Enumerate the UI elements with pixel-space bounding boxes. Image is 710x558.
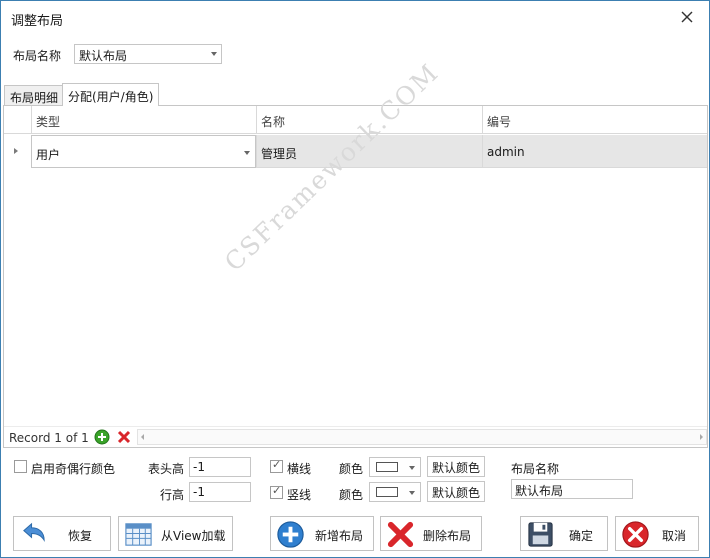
column-header-label: 类型: [36, 115, 61, 129]
layout-name-select[interactable]: 默认布局: [74, 44, 222, 64]
vline-color-label: 颜色: [339, 488, 364, 502]
delete-record-button[interactable]: [116, 429, 132, 445]
color-swatch: [376, 487, 398, 497]
cell-name-value: 管理员: [261, 147, 298, 161]
current-row-icon: [14, 148, 18, 154]
header-height-label: 表头高: [148, 462, 185, 476]
tab-label: 分配(用户/角色): [68, 90, 154, 104]
new-layout-button[interactable]: 新增布局: [270, 516, 374, 551]
add-circle-icon: [275, 519, 306, 550]
hline-color-picker[interactable]: [369, 457, 421, 477]
layout-name-label: 布局名称: [13, 49, 62, 63]
layout-name-select-value: 默认布局: [79, 49, 128, 63]
delete-layout-button-label: 删除布局: [423, 529, 472, 543]
column-header-code[interactable]: 编号: [482, 106, 707, 134]
save-disk-icon: [525, 519, 556, 550]
assignment-grid: 类型 名称 编号 用户 管理员 admin CSFramework.COM Re…: [3, 58, 708, 448]
vertical-line-checkbox[interactable]: [270, 484, 283, 499]
close-button[interactable]: [677, 7, 697, 27]
delete-x-icon: [117, 430, 131, 444]
restore-button-label: 恢复: [68, 529, 93, 543]
grid-settings-panel: 启用奇偶行颜色 表头高 -1 行高 -1 横线 竖线 颜色 颜色 默认颜色 默认…: [1, 449, 709, 509]
undo-arrow-icon: [18, 519, 49, 550]
odd-even-color-checkbox[interactable]: [14, 460, 27, 473]
ok-button-label: 确定: [569, 529, 594, 543]
chevron-down-icon: [409, 466, 415, 470]
cell-code[interactable]: admin: [482, 135, 707, 168]
ok-button[interactable]: 确定: [520, 516, 608, 551]
adjust-layout-dialog: 调整布局 布局名称 默认布局 布局明细 分配(用户/角色) 类型 名称 编号 用…: [0, 0, 710, 558]
add-record-button[interactable]: [94, 429, 110, 445]
chevron-down-icon: [409, 491, 415, 495]
vline-default-color-button[interactable]: 默认颜色: [427, 481, 486, 502]
color-swatch: [376, 462, 398, 472]
cell-code-value: admin: [487, 145, 525, 159]
scroll-left-icon[interactable]: [141, 434, 144, 440]
grid-table-icon: [123, 519, 154, 550]
column-header-name[interactable]: 名称: [256, 106, 482, 134]
chevron-down-icon: [211, 52, 217, 56]
cancel-button[interactable]: 取消: [615, 516, 699, 551]
title-bar: 调整布局: [1, 1, 709, 33]
close-icon: [681, 11, 693, 23]
horizontal-scrollbar[interactable]: [137, 429, 707, 445]
hline-color-label: 颜色: [339, 462, 364, 476]
load-from-view-button[interactable]: 从View加载: [118, 516, 233, 551]
grid-header: 类型 名称 编号: [4, 106, 707, 134]
tab-layout-detail[interactable]: 布局明细: [4, 85, 65, 106]
tab-assignment[interactable]: 分配(用户/角色): [62, 83, 160, 106]
cell-type-editor[interactable]: 用户: [31, 135, 256, 168]
horizontal-line-label: 横线: [287, 462, 312, 476]
scroll-right-icon[interactable]: [700, 434, 703, 440]
column-header-label: 名称: [261, 115, 286, 129]
cell-type-value: 用户: [36, 148, 61, 162]
restore-button[interactable]: 恢复: [13, 516, 111, 551]
vline-color-picker[interactable]: [369, 482, 421, 502]
header-height-input[interactable]: -1: [189, 457, 251, 477]
horizontal-line-checkbox[interactable]: [270, 458, 283, 473]
grid-navigator: Record 1 of 1: [4, 426, 707, 447]
delete-layout-button[interactable]: 删除布局: [380, 516, 482, 551]
row-height-label: 行高: [160, 488, 185, 502]
cancel-circle-icon: [620, 519, 651, 550]
row-indicator-header: [4, 106, 31, 134]
row-height-input[interactable]: -1: [189, 482, 251, 502]
column-header-label: 编号: [487, 115, 512, 129]
layout-name-field-label: 布局名称: [511, 462, 560, 476]
row-indicator: [4, 135, 31, 168]
column-header-type[interactable]: 类型: [31, 106, 256, 134]
new-layout-button-label: 新增布局: [315, 529, 364, 543]
load-from-view-button-label: 从View加载: [161, 529, 226, 543]
add-circle-icon: [94, 429, 110, 445]
cell-name[interactable]: 管理员: [256, 135, 482, 168]
tab-label: 布局明细: [10, 91, 59, 105]
delete-x-icon: [385, 519, 416, 550]
window-title: 调整布局: [11, 14, 64, 29]
chevron-down-icon: [244, 151, 250, 155]
layout-name-input[interactable]: 默认布局: [511, 479, 633, 499]
record-count: Record 1 of 1: [9, 431, 89, 445]
hline-default-color-button[interactable]: 默认颜色: [427, 456, 486, 477]
vertical-line-label: 竖线: [287, 488, 312, 502]
odd-even-color-label: 启用奇偶行颜色: [31, 462, 116, 476]
table-row[interactable]: 用户 管理员 admin: [4, 135, 707, 168]
cancel-button-label: 取消: [662, 529, 687, 543]
